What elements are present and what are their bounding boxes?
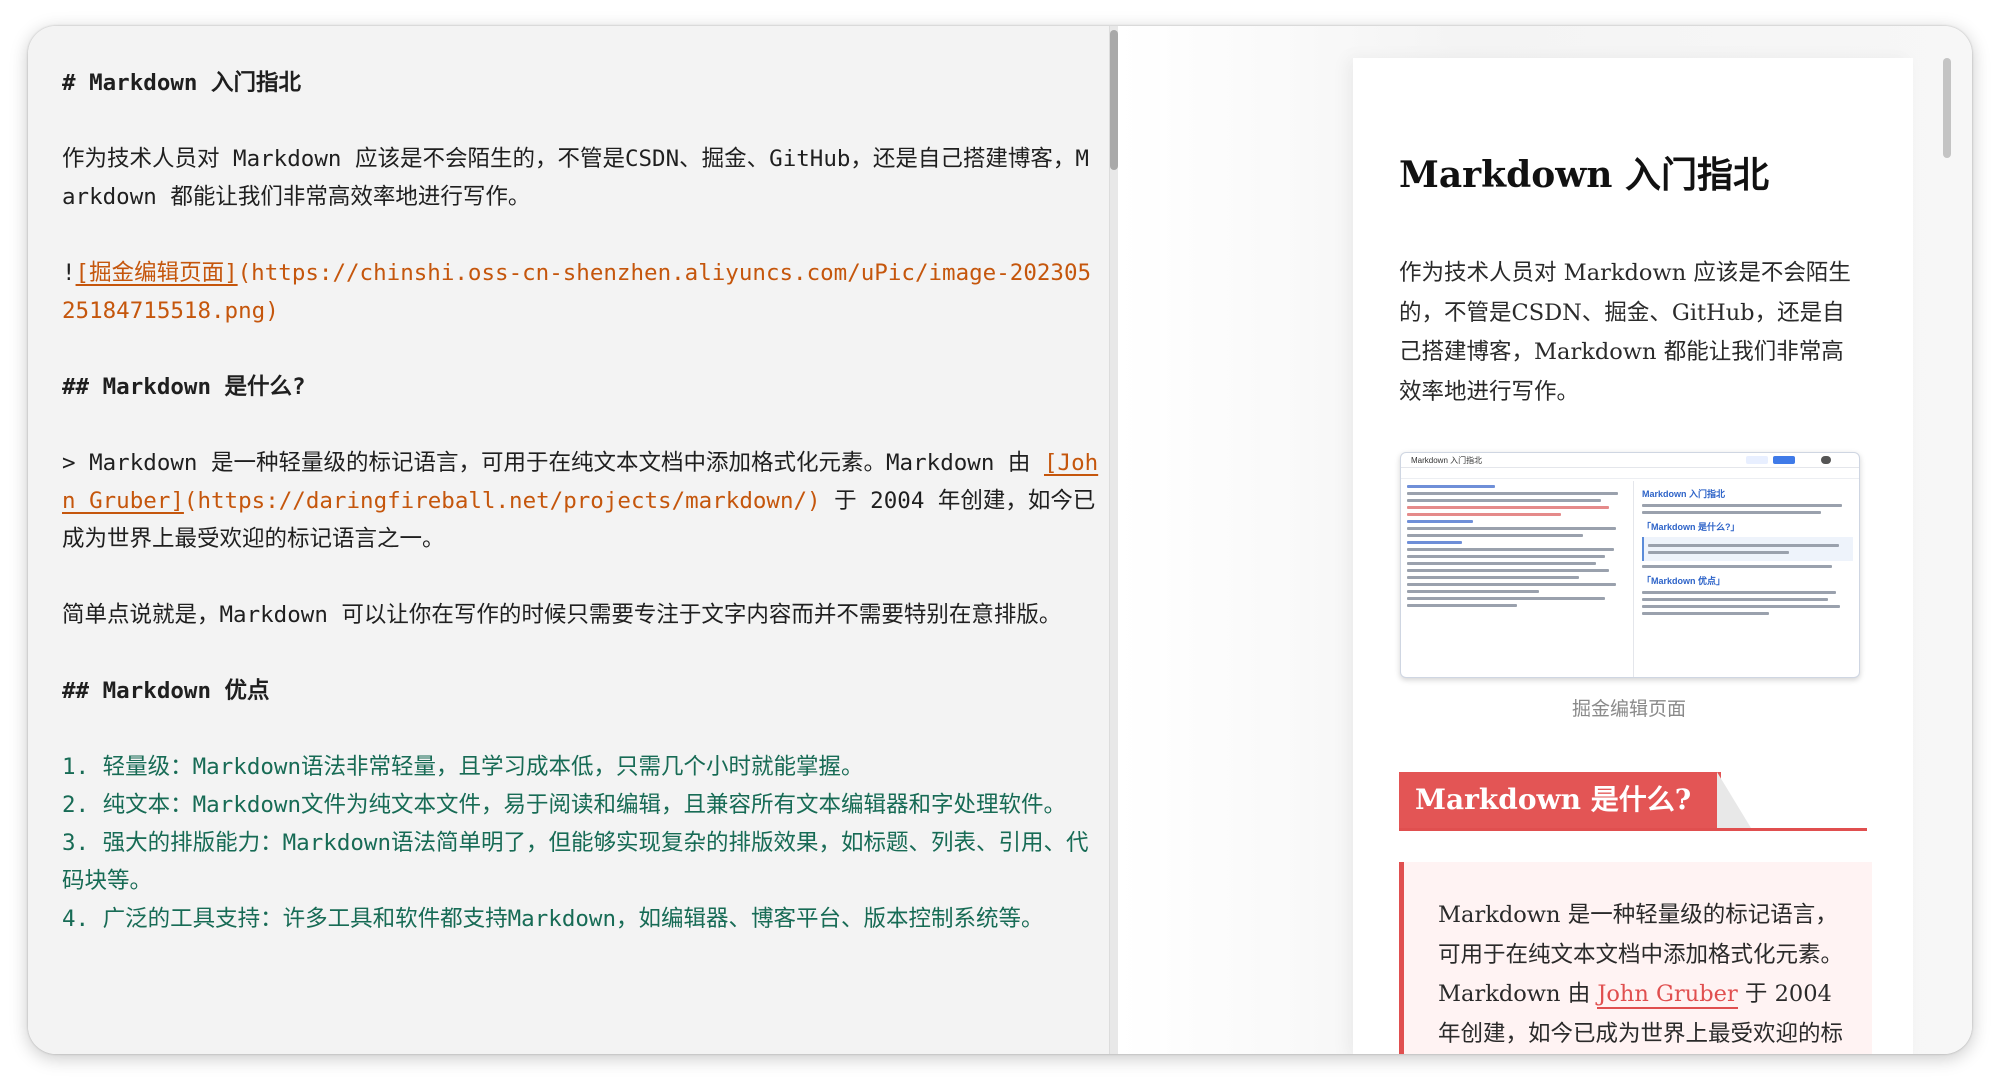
mini-h1: Markdown 入门指北 [1642, 489, 1726, 499]
preview-title: Markdown 入门指北 [1399, 154, 1769, 196]
editor-h1: # Markdown 入门指北 [62, 70, 302, 96]
mini-publish-button [1773, 456, 1795, 464]
preview-image[interactable]: Markdown 入门指北 Markdown 入门指北 「Markdown 是什… [1400, 452, 1860, 678]
editor-quote: > Markdown 是一种轻量级的标记语言，可用于在纯文本文档中添加格式化元素… [62, 444, 1102, 558]
mini-h2-adv: 「Markdown 优点」 [1642, 576, 1726, 586]
editor-list: 1. 轻量级：Markdown语法非常轻量，且学习成本低，只需几个小时就能掌握。… [62, 748, 1102, 938]
editor-content[interactable]: # Markdown 入门指北 作为技术人员对 Markdown 应该是不会陌生… [62, 64, 1102, 938]
editor-scroll-thumb[interactable] [1110, 30, 1118, 170]
mini-title: Markdown 入门指北 [1411, 456, 1483, 465]
mini-preview: Markdown 入门指北 「Markdown 是什么?」 「Markdown … [1633, 481, 1853, 677]
markdown-editor[interactable]: # Markdown 入门指北 作为技术人员对 Markdown 应该是不会陌生… [28, 26, 1109, 1054]
blockquote-text: Markdown 是一种轻量级的标记语言，可用于在纯文本文档中添加格式化元素。M… [1438, 896, 1853, 1054]
preview-blockquote: Markdown 是一种轻量级的标记语言，可用于在纯文本文档中添加格式化元素。M… [1399, 862, 1872, 1054]
list-item: 4. 广泛的工具支持：许多工具和软件都支持Markdown，如编辑器、博客平台、… [62, 906, 1044, 932]
mini-toolbar [1401, 468, 1859, 479]
preview-scroll-thumb[interactable] [1943, 58, 1951, 158]
preview-page: Markdown 入门指北 作为技术人员对 Markdown 应该是不会陌生的，… [1353, 58, 1913, 1054]
preview-h2-label: Markdown 是什么? [1399, 772, 1722, 828]
list-item: 2. 纯文本：Markdown文件为纯文本文件，易于阅读和编辑，且兼容所有文本编… [62, 792, 1067, 818]
preview-intro: 作为技术人员对 Markdown 应该是不会陌生的，不管是CSDN、掘金、Git… [1399, 260, 1851, 405]
editor-h2-what: ## Markdown 是什么? [62, 374, 306, 400]
mini-button [1746, 456, 1768, 464]
image-caption: 掘金编辑页面 [1571, 698, 1686, 720]
john-gruber-link[interactable]: John Gruber [1597, 981, 1738, 1009]
list-item: 1. 轻量级：Markdown语法非常轻量，且学习成本低，只需几个小时就能掌握。 [62, 754, 864, 780]
editor-simple: 简单点说就是，Markdown 可以让你在写作的时候只需要专注于文字内容而并不需… [62, 602, 1062, 628]
editor-image-line: ![掘金编辑页面](https://chinshi.oss-cn-shenzhe… [62, 254, 1102, 330]
list-item: 3. 强大的排版能力：Markdown语法简单明了，但能够实现复杂的排版效果，如… [62, 830, 1089, 894]
mini-avatar [1821, 456, 1831, 464]
image-bang: ! [62, 260, 76, 286]
image-alt-link[interactable]: [掘金编辑页面] [76, 260, 238, 286]
preview-h2: Markdown 是什么? [1399, 772, 1867, 831]
heading-fold-decoration [1717, 772, 1751, 828]
app-window: # Markdown 入门指北 作为技术人员对 Markdown 应该是不会陌生… [28, 26, 1972, 1054]
quote-link-url[interactable]: (https://daringfireball.net/projects/mar… [184, 488, 821, 514]
mini-h2: 「Markdown 是什么?」 [1642, 522, 1740, 532]
editor-h2-adv: ## Markdown 优点 [62, 678, 270, 704]
editor-intro: 作为技术人员对 Markdown 应该是不会陌生的，不管是CSDN、掘金、Git… [62, 146, 1089, 210]
mini-titlebar: Markdown 入门指北 [1401, 453, 1859, 468]
quote-prefix: > Markdown 是一种轻量级的标记语言，可用于在纯文本文档中添加格式化元素… [62, 450, 1044, 476]
mini-editor [1407, 481, 1627, 611]
